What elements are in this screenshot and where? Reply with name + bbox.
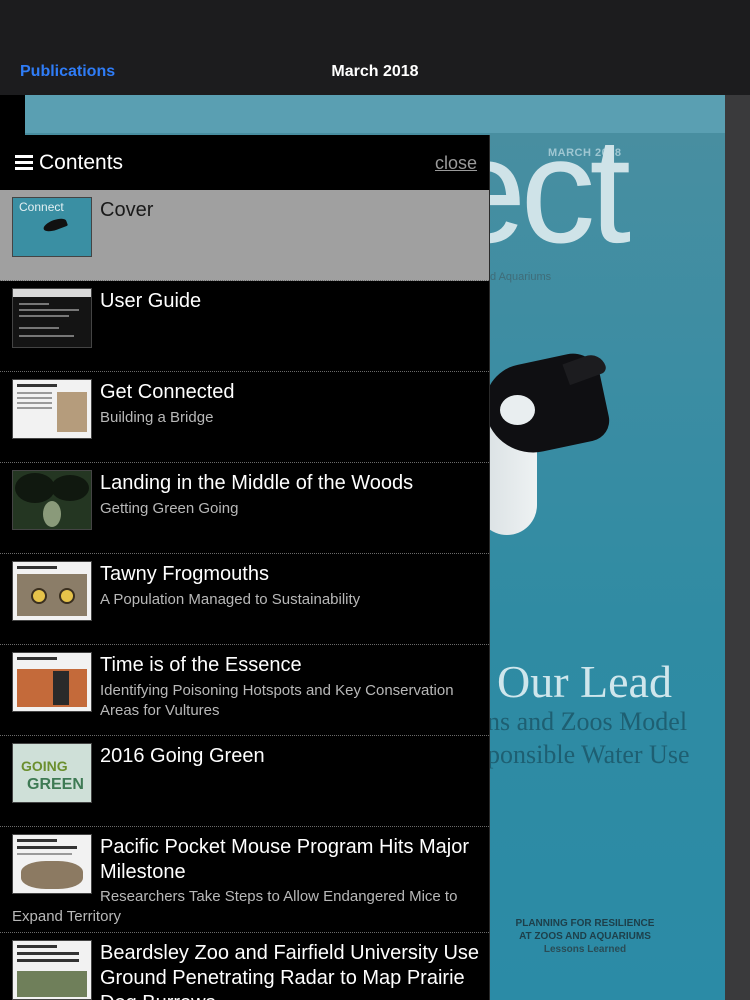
item-title: 2016 Going Green [100, 745, 265, 767]
beardsley-zoo-thumbnail [12, 940, 92, 1000]
penguin-thumbnail-icon [42, 216, 68, 234]
thumbnail-text-going: GOING [21, 758, 68, 774]
close-button[interactable]: close [435, 153, 477, 174]
item-title: Beardsley Zoo and Fairfield University U… [100, 942, 480, 1000]
contents-item-beardsley-zoo[interactable]: Beardsley Zoo and Fairfield University U… [0, 933, 489, 1000]
contents-item-time-essence[interactable]: Time is of the Essence Identifying Poiso… [0, 645, 489, 736]
item-subtitle: Building a Bridge [100, 409, 214, 426]
penguin-face-image [500, 395, 535, 425]
cover-thumbnail: Connect [12, 197, 92, 257]
cover-headline-line-3: ponsible Water Use [487, 740, 690, 769]
item-subtitle: Identifying Poisoning Hotspots and Key C… [100, 682, 454, 719]
cover-feature-line-2: AT ZOOS AND AQUARIUMS [519, 931, 651, 942]
item-subtitle: Getting Green Going [100, 500, 239, 517]
woods-thumbnail [12, 470, 92, 530]
contents-item-tawny-frogmouths[interactable]: Tawny Frogmouths A Population Managed to… [0, 554, 489, 645]
get-connected-thumbnail [12, 379, 92, 439]
pocket-mouse-thumbnail [12, 834, 92, 894]
thumbnail-text-green: GREEN [27, 776, 84, 793]
cover-feature-line-3: Lessons Learned [543, 944, 627, 955]
item-title: Pacific Pocket Mouse Program Hits Major … [100, 836, 470, 883]
contents-item-user-guide[interactable]: User Guide [0, 281, 489, 372]
contents-panel: Contents close Connect Cover User Guide [0, 135, 490, 1000]
vulture-thumbnail [12, 652, 92, 712]
navigation-bar: Publications March 2018 [0, 0, 750, 95]
item-title: Time is of the Essence [100, 654, 302, 676]
contents-item-going-green[interactable]: GOING GREEN 2016 Going Green [0, 736, 489, 827]
contents-title: Contents [39, 151, 124, 174]
contents-item-pocket-mouse[interactable]: Pacific Pocket Mouse Program Hits Major … [0, 827, 489, 933]
page-gutter [725, 95, 750, 1000]
cover-feature-line-1: PLANNING FOR RESILIENCE [515, 918, 655, 929]
contents-header: Contents close [0, 135, 489, 189]
menu-icon [15, 155, 33, 170]
going-green-thumbnail: GOING GREEN [12, 743, 92, 803]
cover-feature: PLANNING FOR RESILIENCE AT ZOOS AND AQUA… [495, 917, 675, 956]
item-subtitle: A Population Managed to Sustainability [100, 591, 361, 608]
cover-headline: Our Lead [497, 656, 672, 707]
cover-headline-line-2: ns and Zoos Model [487, 707, 688, 736]
contents-item-get-connected[interactable]: Get Connected Building a Bridge [0, 372, 489, 463]
contents-item-landing-woods[interactable]: Landing in the Middle of the Woods Getti… [0, 463, 489, 554]
item-title: User Guide [100, 290, 202, 312]
page-title: March 2018 [331, 63, 419, 80]
cover-masthead-subtitle: d Aquariums [490, 271, 552, 283]
item-title: Landing in the Middle of the Woods [100, 472, 414, 494]
thumbnail-cover-title: Connect [19, 200, 64, 214]
item-subtitle: Researchers Take Steps to Allow Endanger… [12, 888, 458, 925]
item-title: Tawny Frogmouths [100, 563, 269, 585]
item-title: Get Connected [100, 381, 235, 403]
contents-item-cover[interactable]: Connect Cover [0, 190, 489, 281]
item-title: Cover [100, 199, 154, 221]
user-guide-thumbnail [12, 288, 92, 348]
frogmouth-thumbnail [12, 561, 92, 621]
